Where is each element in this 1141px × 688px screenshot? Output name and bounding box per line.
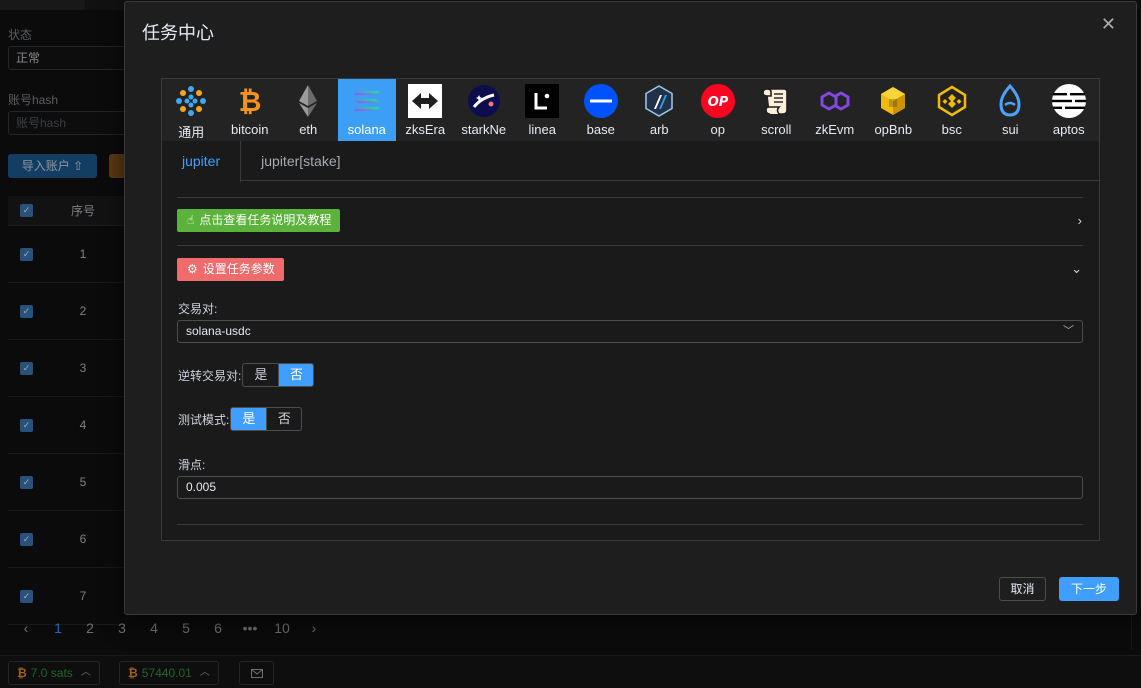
- chain-tab-zkevm[interactable]: zkEvm: [806, 79, 865, 141]
- divider: [177, 524, 1083, 525]
- chain-label: opBnb: [874, 122, 913, 137]
- opbnb-icon: [876, 84, 910, 118]
- generic-network-icon: [174, 84, 208, 118]
- reverse-radio-group: 是 否: [242, 363, 315, 387]
- chain-tab-linea[interactable]: linea: [513, 79, 572, 141]
- test-mode-label: 测试模式:: [178, 412, 230, 427]
- chain-label: zksEra: [405, 122, 446, 137]
- chain-label: bitcoin: [230, 122, 269, 137]
- chain-label: zkEvm: [815, 122, 855, 137]
- chain-label: op: [710, 122, 725, 137]
- polygon-zkevm-icon: [818, 84, 852, 118]
- chain-label: starkNe: [461, 122, 507, 137]
- arbitrum-icon: [642, 84, 676, 118]
- svg-text:₿: ₿: [238, 85, 261, 118]
- dialog-title: 任务中心: [142, 23, 214, 43]
- chain-label: eth: [299, 122, 318, 137]
- test-mode-row: 测试模式: 是 否: [178, 407, 303, 431]
- task-center-dialog: 任务中心 ✕ 通用 ₿ bitcoin eth solana zksEra st…: [124, 1, 1137, 615]
- params-button[interactable]: ⚙ 设置任务参数: [177, 258, 284, 281]
- reverse-pair-row: 逆转交易对: 是 否: [178, 363, 315, 387]
- sui-icon: [993, 84, 1027, 118]
- pair-value: solana-usdc: [186, 324, 251, 338]
- next-step-button[interactable]: 下一步: [1059, 577, 1119, 601]
- chain-tab-starknet[interactable]: starkNe: [455, 79, 514, 141]
- slippage-input[interactable]: 0.005: [177, 476, 1083, 499]
- ethereum-icon: [291, 84, 325, 118]
- chain-tab-zksera[interactable]: zksEra: [396, 79, 455, 141]
- chain-tab-eth[interactable]: eth: [279, 79, 338, 141]
- test-mode-radio-group: 是 否: [230, 407, 303, 431]
- guide-button[interactable]: ☝ 点击查看任务说明及教程: [177, 209, 341, 232]
- chain-tabs: 通用 ₿ bitcoin eth solana zksEra starkNe l…: [162, 79, 1099, 141]
- zksync-icon: [408, 84, 443, 118]
- chain-tab-opbnb[interactable]: opBnb: [864, 79, 923, 141]
- aptos-icon: [1051, 84, 1086, 118]
- chain-tab-solana[interactable]: solana: [337, 79, 396, 141]
- pair-label: 交易对:: [178, 302, 218, 316]
- gear-icon: ⚙: [187, 262, 198, 276]
- chain-label: linea: [528, 122, 556, 137]
- chain-tab-bitcoin[interactable]: ₿ bitcoin: [221, 79, 280, 141]
- starknet-icon: [467, 84, 501, 118]
- chain-label: solana: [347, 122, 386, 137]
- reverse-no-option[interactable]: 否: [278, 364, 314, 386]
- chain-label: base: [586, 122, 615, 137]
- bitcoin-icon: ₿: [233, 84, 267, 118]
- scroll-icon: [759, 84, 793, 118]
- test-yes-option[interactable]: 是: [231, 408, 267, 430]
- test-no-option[interactable]: 否: [266, 408, 301, 430]
- chain-label: scroll: [761, 122, 792, 137]
- guide-button-label: 点击查看任务说明及教程: [199, 213, 332, 227]
- bnb-icon: [935, 84, 969, 118]
- tab-jupiter-stake[interactable]: jupiter[stake]: [241, 141, 360, 181]
- divider: [177, 245, 1083, 246]
- chain-tab-scroll[interactable]: scroll: [747, 79, 806, 141]
- chain-label: 通用: [178, 125, 205, 140]
- base-icon: [583, 84, 618, 118]
- divider: [177, 197, 1083, 198]
- chain-tab-aptos[interactable]: aptos: [1040, 79, 1099, 141]
- params-button-label: 设置任务参数: [202, 262, 275, 276]
- linea-icon: [525, 84, 560, 118]
- chain-tab-op[interactable]: OP op: [689, 79, 748, 141]
- chain-tab-base[interactable]: base: [572, 79, 631, 141]
- solana-icon: [350, 84, 384, 118]
- slippage-label: 滑点:: [178, 458, 206, 472]
- chain-tab-generic[interactable]: 通用: [162, 79, 221, 141]
- chain-label: sui: [1001, 122, 1019, 137]
- task-panel: 通用 ₿ bitcoin eth solana zksEra starkNe l…: [161, 78, 1100, 541]
- cancel-button[interactable]: 取消: [999, 577, 1046, 601]
- chain-tab-bsc[interactable]: bsc: [923, 79, 982, 141]
- tab-jupiter[interactable]: jupiter: [162, 141, 242, 182]
- close-icon[interactable]: ✕: [1101, 14, 1116, 35]
- reverse-label: 逆转交易对:: [178, 368, 242, 383]
- chain-tab-arb[interactable]: arb: [630, 79, 689, 141]
- reverse-yes-option[interactable]: 是: [243, 364, 278, 386]
- chain-label: aptos: [1052, 122, 1085, 137]
- svg-text:OP: OP: [707, 95, 728, 110]
- pair-select[interactable]: solana-usdc ﹀: [177, 320, 1083, 343]
- chevron-down-icon[interactable]: ⌄: [1071, 261, 1082, 277]
- hand-pointer-icon: ☝: [187, 213, 195, 227]
- optimism-icon: OP: [700, 84, 735, 118]
- chevron-down-icon: ﹀: [1063, 325, 1074, 337]
- chain-tab-sui[interactable]: sui: [981, 79, 1040, 141]
- chain-label: arb: [649, 122, 669, 137]
- task-subtabs: jupiter jupiter[stake]: [162, 141, 1099, 182]
- chevron-right-icon[interactable]: ›: [1078, 213, 1082, 228]
- chain-label: bsc: [941, 122, 962, 137]
